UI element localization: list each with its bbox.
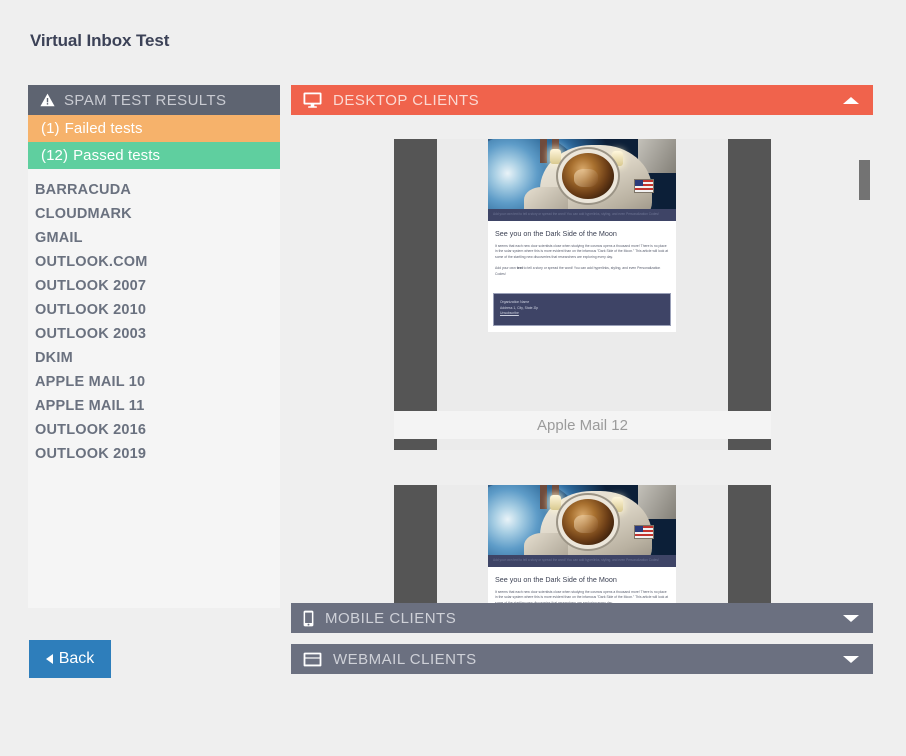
preview-stage: Add your own text to tell a story or spr…: [394, 485, 771, 603]
passed-tests-count: (12): [41, 147, 69, 164]
passed-tests-row[interactable]: (12) Passed tests: [28, 142, 280, 169]
email-overlay-strip: Add your own text to tell a story or spr…: [488, 555, 676, 567]
chevron-down-icon[interactable]: [843, 655, 859, 663]
section-label-desktop-clients: DESKTOP CLIENTS: [333, 91, 480, 109]
preview-left-pane: [394, 139, 437, 450]
email-heading: See you on the Dark Side of the Moon: [495, 229, 617, 238]
email-heading: See you on the Dark Side of the Moon: [495, 575, 617, 584]
email-body: See you on the Dark Side of the Moon It …: [488, 567, 676, 603]
test-item-barracuda[interactable]: BARRACUDA: [28, 178, 280, 202]
test-item-gmail[interactable]: GMAIL: [28, 226, 280, 250]
mobile-phone-icon: [303, 610, 314, 627]
test-item-outlook-2019[interactable]: OUTLOOK 2019: [28, 442, 280, 466]
browser-window-icon: [303, 652, 322, 667]
email-overlay-strip: Add your own text to tell a story or spr…: [488, 209, 676, 221]
failed-tests-row[interactable]: (1) Failed tests: [28, 115, 280, 142]
chevron-down-icon[interactable]: [843, 614, 859, 622]
email-render: Add your own text to tell a story or spr…: [488, 485, 676, 603]
back-button[interactable]: Back: [29, 640, 111, 678]
email-paragraph-1: It seems that each new door scientists c…: [495, 590, 669, 603]
test-item-outlook-2010[interactable]: OUTLOOK 2010: [28, 298, 280, 322]
client-name-label: Apple Mail 12: [394, 411, 771, 439]
spam-test-results-panel: SPAM TEST RESULTS (1) Failed tests (12) …: [28, 85, 280, 608]
section-header-desktop-clients[interactable]: DESKTOP CLIENTS: [291, 85, 873, 115]
section-label-mobile-clients: MOBILE CLIENTS: [325, 609, 457, 627]
test-item-outlook-com[interactable]: OUTLOOK.COM: [28, 250, 280, 274]
preview-right-pane: [728, 139, 771, 450]
client-previews-column: DESKTOP CLIENTS Add your own text to tel…: [291, 85, 873, 674]
page-title: Virtual Inbox Test: [30, 31, 170, 50]
email-render: Add your own text to tell a story or spr…: [488, 139, 676, 332]
preview-stage: Add your own text to tell a story or spr…: [394, 139, 771, 450]
desktop-monitor-icon: [303, 92, 322, 108]
email-paragraph-1: It seems that each new door scientists c…: [495, 244, 669, 259]
preview-left-pane: [394, 485, 437, 603]
test-item-outlook-2003[interactable]: OUTLOOK 2003: [28, 322, 280, 346]
test-item-outlook-2007[interactable]: OUTLOOK 2007: [28, 274, 280, 298]
test-item-cloudmark[interactable]: CLOUDMARK: [28, 202, 280, 226]
preview-scrollbar-thumb[interactable]: [859, 160, 870, 200]
spam-test-results-header: SPAM TEST RESULTS: [28, 85, 280, 115]
passed-tests-label: Passed tests: [73, 147, 161, 164]
section-header-webmail-clients[interactable]: WEBMAIL CLIENTS: [291, 644, 873, 674]
desktop-previews-viewport: Add your own text to tell a story or spr…: [291, 115, 873, 603]
caret-left-icon: [45, 654, 53, 664]
chevron-up-icon[interactable]: [843, 96, 859, 104]
warning-triangle-icon: [40, 93, 55, 107]
section-header-mobile-clients[interactable]: MOBILE CLIENTS: [291, 603, 873, 633]
email-footer-unsubscribe-link[interactable]: Unsubscribe: [500, 311, 664, 317]
test-item-apple-mail-11[interactable]: APPLE MAIL 11: [28, 394, 280, 418]
email-body: See you on the Dark Side of the Moon It …: [488, 221, 676, 290]
back-button-label: Back: [58, 650, 95, 667]
failed-tests-count: (1): [41, 120, 60, 137]
email-paragraph-2-pre: Add your own: [495, 266, 517, 271]
test-item-outlook-2016[interactable]: OUTLOOK 2016: [28, 418, 280, 442]
failed-tests-label: Failed tests: [64, 120, 143, 137]
test-item-apple-mail-10[interactable]: APPLE MAIL 10: [28, 370, 280, 394]
spam-test-results-label: SPAM TEST RESULTS: [64, 91, 227, 109]
client-preview-card: Add your own text to tell a story or spr…: [291, 115, 873, 461]
email-footer: Organization Name Address 1, City, State…: [493, 293, 671, 326]
preview-right-pane: [728, 485, 771, 603]
email-hero-image: [488, 485, 676, 555]
section-label-webmail-clients: WEBMAIL CLIENTS: [333, 650, 477, 668]
email-hero-image: [488, 139, 676, 209]
passed-tests-list: BARRACUDA CLOUDMARK GMAIL OUTLOOK.COM OU…: [28, 169, 280, 466]
test-item-dkim[interactable]: DKIM: [28, 346, 280, 370]
client-preview-card: Add your own text to tell a story or spr…: [291, 461, 873, 603]
email-paragraph-2: Add your own text to tell a story or spr…: [495, 266, 669, 277]
